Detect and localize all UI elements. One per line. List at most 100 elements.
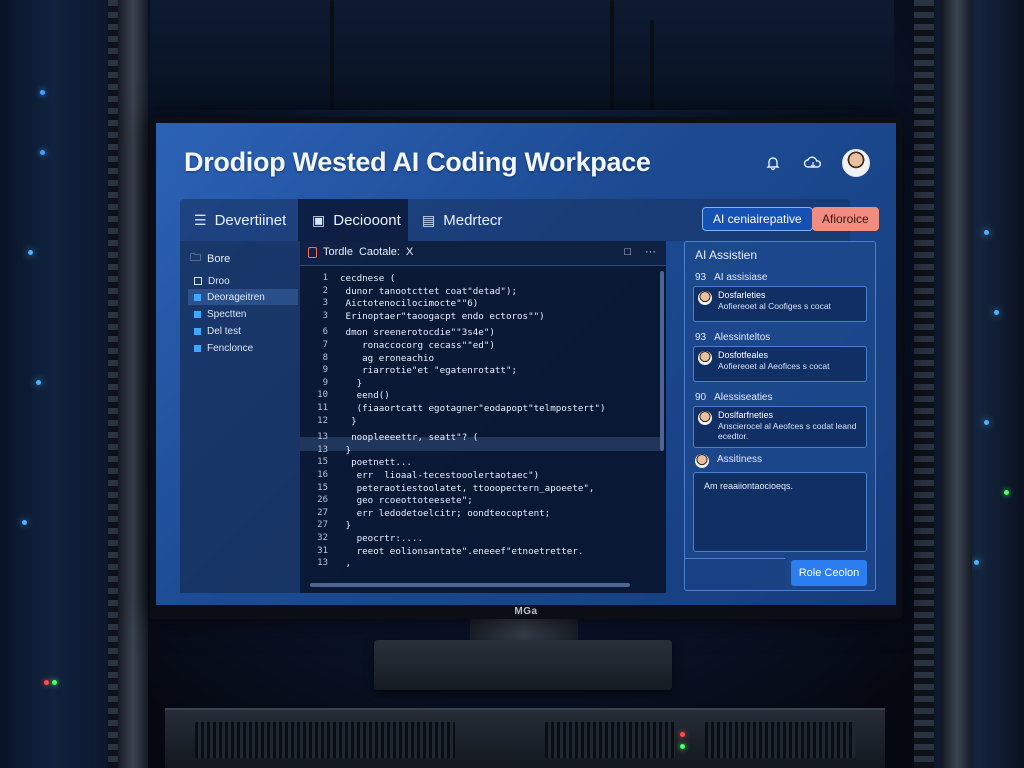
line-number: 8 — [322, 352, 328, 363]
terminal-icon: ▣ — [312, 211, 326, 228]
tab-medrtecr[interactable]: ▤ Medrtecr — [408, 199, 528, 241]
code-line: } — [340, 520, 352, 532]
editor-tab[interactable]: Tordle Caotale: X — [308, 246, 413, 258]
editor-tools: □ ··· — [624, 246, 656, 258]
line-number: 26 — [317, 495, 328, 506]
cloud-icon[interactable] — [802, 152, 824, 174]
code-line: dmon sreenerotocdie""3s4e") — [340, 327, 495, 339]
cable — [650, 20, 654, 110]
code-line: peteraotiestoolatet, ttooopectern_apoeet… — [340, 482, 595, 494]
code-line: geo rcoeottoteesete"; — [340, 495, 473, 507]
assistant-suggestion-card[interactable]: Dosfotfeales Aofiereoet al Aeofices s co… — [693, 346, 867, 382]
line-number: 13 — [317, 444, 328, 455]
line-number: 11 — [317, 403, 328, 413]
line-number: 3 — [322, 298, 328, 309]
file-icon — [194, 310, 201, 318]
avatar — [698, 291, 712, 305]
code-line: reeot eolionsantate".eneeef"etnoetretter… — [340, 545, 584, 557]
file-icon — [308, 246, 317, 258]
assistant-title: AI Assistien — [695, 248, 758, 262]
send-button[interactable]: Role Ceolon — [791, 560, 867, 586]
assistant-suggestion-card[interactable]: Doslfarfneties Anscierocel al Aeofces s … — [693, 406, 867, 448]
monitor: Drodiop Wested AI Coding Workpace ☰ Deve… — [150, 117, 902, 619]
code-line: dunor tanootcttet coat"detad"); — [340, 285, 518, 297]
tab-deciooont[interactable]: ▣ Deciooont — [298, 199, 408, 241]
line-number: 16 — [317, 470, 328, 480]
code-line: Erinoptaer"taoogacpt endo ectoros"") — [340, 310, 545, 322]
avatar — [698, 411, 712, 425]
server-unit — [165, 708, 885, 768]
horizontal-scrollbar[interactable] — [310, 583, 630, 587]
line-number: 13 — [317, 432, 328, 443]
cable — [610, 0, 614, 110]
code-line: err lioaal-tecestooolertaotaec") — [340, 470, 540, 481]
sidebar-header[interactable]: 🗀 Bore — [190, 249, 230, 268]
line-number: 9 — [322, 365, 328, 376]
user-avatar[interactable] — [842, 149, 870, 177]
header-actions — [762, 149, 870, 177]
chat-input[interactable] — [685, 558, 785, 589]
avatar — [698, 351, 712, 365]
assistant-section-label: 93 Alessinteltos — [695, 332, 771, 343]
code-line: (fiaaortcatt egotagner"eodapopt"telmpost… — [340, 403, 606, 414]
sidebar-item-del-test[interactable]: Del test — [194, 323, 298, 339]
line-number: 27 — [317, 520, 328, 531]
rack-top-shelf — [150, 0, 894, 110]
code-line: ronaccocorg cecass""ed") — [340, 340, 495, 351]
chat-header: Assitiness — [695, 454, 762, 468]
line-number: 27 — [317, 507, 328, 518]
code-line: eend() — [340, 390, 390, 402]
code-line: } — [340, 415, 357, 427]
chat-message: Am reaaiiontaocioeqs. — [693, 472, 867, 552]
code-line: riarrotie"et "egatenrotatt"; — [340, 365, 518, 377]
sidebar-item-deorageitren[interactable]: Deorageitren — [188, 289, 298, 305]
avatar — [695, 454, 709, 468]
assistant-section-label: 93 AI assisiase — [695, 272, 768, 283]
line-number: 31 — [317, 545, 328, 556]
file-icon — [194, 293, 201, 301]
monitor-brand-logo: MGa — [514, 606, 538, 617]
code-line: poetnett... — [340, 457, 412, 469]
rack-pillar — [118, 0, 148, 768]
list-icon: ☰ — [194, 211, 207, 228]
folder-icon: 🗀 — [190, 252, 201, 264]
tab-devertiinet[interactable]: ☰ Devertiinet — [180, 199, 298, 241]
sidebar-item-droo[interactable]: Droo — [194, 273, 298, 289]
alt-action-button[interactable]: Afioroice — [812, 207, 879, 231]
code-editor[interactable]: Tordle Caotale: X □ ··· 1 cecdnese (2 dun… — [300, 241, 666, 593]
line-number: 2 — [322, 285, 328, 296]
code-line: ag eroneachio — [340, 352, 435, 364]
document-icon: ▤ — [422, 211, 436, 228]
line-number: 32 — [317, 533, 328, 543]
code-line: , — [340, 558, 352, 570]
file-icon — [194, 327, 201, 335]
rack-pillar — [942, 0, 972, 768]
line-number: 13 — [317, 558, 328, 569]
line-number: 15 — [317, 482, 328, 493]
ai-generate-button[interactable]: AI ceniairepative — [702, 207, 813, 231]
file-icon — [194, 344, 201, 352]
sidebar-item-fenclonce[interactable]: Fenclonce — [194, 340, 298, 356]
code-line: peocrtr:.... — [340, 533, 423, 544]
server-rack-left — [0, 0, 130, 768]
screen: Drodiop Wested AI Coding Workpace ☰ Deve… — [156, 123, 896, 605]
bell-icon[interactable] — [762, 152, 784, 174]
line-number: 9 — [322, 377, 328, 388]
line-number: 12 — [317, 415, 328, 426]
line-number: 7 — [322, 340, 328, 350]
close-icon[interactable]: X — [406, 246, 413, 258]
sidebar-item-spectten[interactable]: Spectten — [194, 306, 298, 322]
line-number: 10 — [317, 390, 328, 401]
vertical-scrollbar[interactable] — [660, 271, 664, 451]
file-icon — [194, 277, 202, 285]
code-line: Aictotenocilocimocte""6) — [340, 298, 479, 310]
editor-tab-bar: Tordle Caotale: X □ ··· — [300, 241, 666, 266]
code-line: err ledodetoelcitr; oondteocoptent; — [340, 507, 551, 519]
more-icon[interactable]: ··· — [645, 246, 656, 258]
code-line: cecdnese ( — [340, 273, 396, 284]
code-line: } — [340, 377, 363, 389]
line-number: 15 — [317, 457, 328, 468]
assistant-suggestion-card[interactable]: Dosfarleties Aofiereoet al Coofiges s co… — [693, 286, 867, 322]
line-number: 6 — [322, 327, 328, 338]
split-view-icon[interactable]: □ — [624, 246, 631, 258]
